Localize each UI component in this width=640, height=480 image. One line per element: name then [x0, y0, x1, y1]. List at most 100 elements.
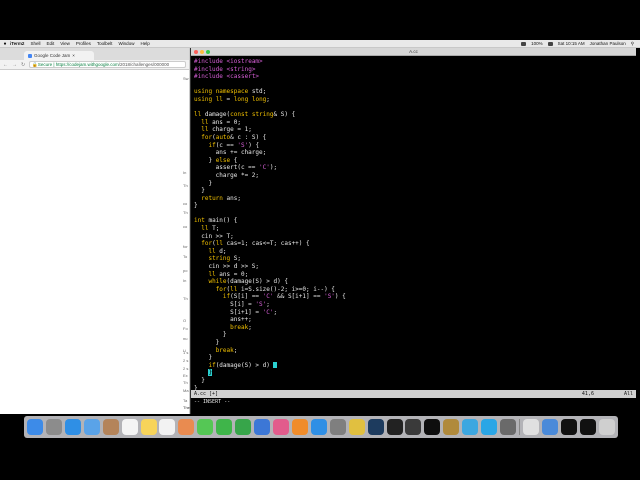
- code-line: }: [194, 331, 227, 339]
- code-line: ll damage(const string& S) {: [194, 111, 296, 119]
- code-line: assert(c == 'C');: [194, 164, 278, 172]
- terminal-titlebar: A.cc: [191, 48, 636, 56]
- battery-percent[interactable]: 100%: [531, 41, 543, 46]
- browser-page-fragment: O: [183, 318, 187, 323]
- terminal-icon[interactable]: [386, 419, 403, 435]
- back-arrow-icon[interactable]: ←: [3, 62, 8, 68]
- battery-icon[interactable]: [547, 41, 553, 46]
- iterm-icon[interactable]: [424, 419, 441, 435]
- launchpad-icon[interactable]: [45, 419, 62, 435]
- contacts-icon[interactable]: [102, 419, 119, 435]
- menu-view[interactable]: View: [60, 41, 70, 46]
- code-line: if(S[i] == 'C' && S[i+1] == 'S') {: [222, 293, 346, 301]
- code-line: }: [194, 338, 220, 346]
- safari-icon[interactable]: [64, 419, 81, 435]
- code-line: S[i] = 'S';: [194, 301, 270, 308]
- downloads-stack-icon[interactable]: [522, 419, 539, 435]
- calendar-icon[interactable]: [121, 419, 138, 435]
- browser-tab-title: Google Code Jam: [34, 53, 71, 58]
- browser-page-fragment: 2 s: [183, 366, 189, 371]
- itunes-icon[interactable]: [272, 419, 289, 435]
- folder-stack-icon[interactable]: [541, 419, 558, 435]
- app-c-icon[interactable]: [500, 419, 517, 435]
- chrome-icon[interactable]: [348, 419, 365, 435]
- wifi-icon[interactable]: [521, 41, 527, 46]
- vim-editor-buffer[interactable]: #include <iostream> #include <string> #inc…: [194, 58, 633, 392]
- browser-window: Google Code Jam × ← → ↻ 🔒 Secure | https…: [0, 48, 190, 414]
- browser-tab[interactable]: Google Code Jam ×: [24, 51, 94, 60]
- app-b-icon[interactable]: [462, 419, 479, 435]
- code-line: while(damage(S) > d) {: [208, 278, 288, 286]
- menu-help[interactable]: Help: [140, 41, 149, 46]
- browser-page-fragment: In: [183, 170, 187, 175]
- code-line: cin >> T;: [194, 232, 234, 240]
- trash-icon[interactable]: [598, 419, 615, 435]
- url-host: https://codejam.withgoogle.com: [55, 62, 119, 67]
- system-preferences-icon[interactable]: [329, 419, 346, 435]
- apple-logo-icon[interactable]: ●: [0, 41, 10, 47]
- vim-statusline: A.cc [+] 41,6 All: [191, 390, 636, 398]
- browser-page-fragment: Ma: [183, 388, 189, 393]
- close-tab-icon[interactable]: ×: [72, 53, 75, 58]
- terminal-title: A.cc: [409, 49, 418, 54]
- browser-page-fragment: co: [183, 224, 188, 229]
- app-a-icon[interactable]: [443, 419, 460, 435]
- code-line: int main() {: [194, 217, 238, 225]
- vim-cursor-position: 41,6: [581, 391, 594, 397]
- code-line: if(c == 'S') {: [208, 141, 260, 149]
- window-2-icon[interactable]: [579, 419, 596, 435]
- ibooks-icon[interactable]: [291, 419, 308, 435]
- code-line: for(ll cas=1; cas<=T; cas++) {: [201, 240, 310, 248]
- menu-toolbelt[interactable]: Toolbelt: [97, 41, 113, 46]
- address-bar[interactable]: 🔒 Secure | https://codejam.withgoogle.co…: [29, 61, 186, 68]
- finder-icon[interactable]: [27, 419, 43, 435]
- spotlight-search-icon[interactable]: ⚲: [631, 41, 634, 47]
- forward-arrow-icon[interactable]: →: [12, 62, 17, 68]
- code-line: break;: [230, 323, 252, 331]
- browser-page-fragment: Ta: [183, 398, 188, 403]
- code-line: for(ll i=S.size()-2; i>=0; i--) {: [215, 285, 335, 293]
- skype-icon[interactable]: [481, 419, 498, 435]
- code-line: } else {: [194, 156, 238, 164]
- menu-profiles[interactable]: Profiles: [76, 41, 91, 46]
- facetime-icon[interactable]: [216, 419, 233, 435]
- code-line: if(damage(S) > d): [194, 362, 633, 370]
- menubar-user[interactable]: Jonathan Paulson: [590, 41, 626, 46]
- keynote-icon[interactable]: [254, 419, 271, 435]
- menu-shell[interactable]: Shell: [30, 41, 40, 46]
- browser-page-fragment: 1 s: [183, 350, 189, 355]
- photos-icon[interactable]: [178, 419, 195, 435]
- code-line: }: [194, 202, 198, 210]
- code-line: }: [194, 179, 213, 187]
- steam-icon[interactable]: [367, 419, 384, 435]
- code-line: ll charge = 1;: [201, 126, 252, 134]
- code-line: break;: [215, 346, 238, 354]
- browser-page-fragment: for: [183, 244, 188, 249]
- numbers-icon[interactable]: [235, 419, 252, 435]
- browser-page-fragment: Fo: [183, 326, 188, 331]
- menu-app-name[interactable]: iTerm2: [10, 41, 24, 46]
- browser-page-fragment: 2 s: [183, 358, 189, 363]
- notes-icon[interactable]: [140, 419, 157, 435]
- code-line: string S;: [208, 255, 241, 263]
- vim-filename: A.cc [+]: [194, 391, 219, 397]
- reminders-icon[interactable]: [159, 419, 176, 435]
- menu-edit[interactable]: Edit: [46, 41, 54, 46]
- dock: [24, 416, 618, 438]
- reload-icon[interactable]: ↻: [21, 62, 25, 68]
- activity-monitor-icon[interactable]: [405, 419, 422, 435]
- code-line: ll ans = 0;: [201, 118, 241, 126]
- menu-window[interactable]: Window: [118, 41, 134, 46]
- window-1-icon[interactable]: [560, 419, 577, 435]
- browser-page-fragment: po: [183, 268, 188, 273]
- mail-icon[interactable]: [83, 419, 100, 435]
- app-store-icon[interactable]: [310, 419, 327, 435]
- menubar-clock[interactable]: Sat 10:15 AM: [558, 41, 585, 46]
- messages-icon[interactable]: [197, 419, 214, 435]
- code-line: using ll = long long;: [194, 95, 270, 103]
- code-line: }: [194, 187, 205, 195]
- code-line: }: [194, 354, 213, 362]
- browser-tabstrip: Google Code Jam ×: [0, 48, 189, 60]
